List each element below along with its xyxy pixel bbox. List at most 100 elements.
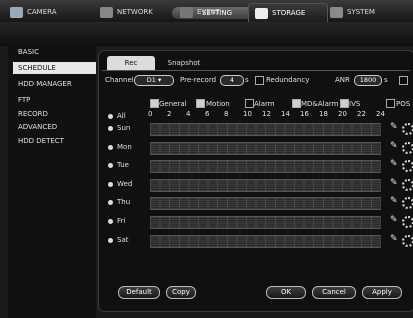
- day-label-thu: Thu: [117, 198, 131, 206]
- hour-label: 10: [243, 110, 252, 118]
- gear-icon[interactable]: [402, 142, 413, 154]
- tab-storage[interactable]: STORAGE: [248, 3, 328, 22]
- hour-label: 14: [281, 110, 290, 118]
- sidebar-item-schedule[interactable]: SCHEDULE: [18, 64, 56, 72]
- tab-system-label: SYSTEM: [347, 8, 375, 16]
- gear-icon[interactable]: [402, 123, 413, 135]
- gear-icon[interactable]: [402, 160, 413, 172]
- timeline-mon[interactable]: [150, 142, 381, 155]
- sidebar-item-advanced[interactable]: ADVANCED: [18, 123, 57, 131]
- redundancy-checkbox[interactable]: [255, 76, 264, 85]
- day-radio-wed[interactable]: [108, 182, 113, 187]
- tab-camera-label: CAMERA: [27, 8, 57, 16]
- network-icon: [100, 6, 113, 18]
- tab-network-label: NETWORK: [117, 8, 153, 16]
- timeline-thu[interactable]: [150, 197, 381, 210]
- storage-icon: [255, 7, 268, 19]
- pencil-icon[interactable]: ✎: [390, 141, 398, 151]
- day-radio-tue[interactable]: [108, 163, 113, 168]
- pencil-icon[interactable]: ✎: [390, 122, 398, 132]
- sidebar-item-record[interactable]: RECORD: [18, 110, 48, 118]
- pencil-icon[interactable]: ✎: [390, 159, 398, 169]
- chevron-down-icon: ▾: [157, 76, 162, 84]
- apply-button[interactable]: Apply: [362, 286, 402, 299]
- day-label-fri: Fri: [117, 217, 126, 225]
- day-radio-mon[interactable]: [108, 145, 113, 150]
- subtab-divider: [102, 70, 410, 71]
- copy-button[interactable]: Copy: [166, 286, 196, 299]
- prerecord-input[interactable]: 4: [220, 75, 244, 86]
- day-label-sun: Sun: [117, 124, 131, 132]
- day-label-mon: Mon: [117, 143, 132, 151]
- channel-label: Channel: [105, 76, 134, 84]
- pencil-icon[interactable]: ✎: [390, 196, 398, 206]
- timeline-fri[interactable]: [150, 216, 381, 229]
- type-general-label: General: [159, 100, 187, 108]
- default-button[interactable]: Default: [118, 286, 160, 299]
- type-pos-checkbox[interactable]: [386, 99, 395, 108]
- tab-system[interactable]: SYSTEM: [330, 3, 400, 21]
- hour-label: 24: [376, 110, 385, 118]
- sidebar-item-hdd-manager[interactable]: HDD MANAGER: [18, 80, 72, 88]
- day-label-wed: Wed: [117, 180, 133, 188]
- tab-camera[interactable]: CAMERA: [10, 3, 80, 21]
- type-alarm-label: Alarm: [254, 100, 275, 108]
- tab-network[interactable]: NETWORK: [100, 3, 170, 21]
- anr-input[interactable]: 1800: [354, 75, 382, 86]
- timeline-tue[interactable]: [150, 160, 381, 173]
- hour-label: 6: [205, 110, 210, 118]
- day-radio-thu[interactable]: [108, 200, 113, 205]
- type-pos-label: POS: [396, 100, 411, 108]
- sidebar-item-hdd-detect[interactable]: HDD DETECT: [18, 137, 64, 145]
- anr-checkbox[interactable]: [399, 76, 408, 85]
- subtab-rec[interactable]: Rec: [107, 56, 155, 70]
- timeline-sat[interactable]: [150, 235, 381, 248]
- timeline-sun[interactable]: [150, 123, 381, 136]
- ok-button[interactable]: OK: [266, 286, 306, 299]
- top-navigation: [0, 22, 413, 46]
- tab-event-label: EVENT: [197, 8, 221, 16]
- pencil-icon[interactable]: ✎: [390, 234, 398, 244]
- anr-unit: s: [384, 76, 388, 84]
- gear-icon[interactable]: [402, 179, 413, 191]
- camera-icon: [10, 6, 23, 18]
- channel-value: D1: [146, 76, 156, 84]
- prerecord-unit: s: [245, 76, 249, 84]
- type-ivs-label: IVS: [349, 100, 361, 108]
- channel-select[interactable]: D1 ▾: [134, 75, 174, 86]
- redundancy-label: Redundancy: [266, 76, 310, 84]
- event-icon: [180, 6, 193, 18]
- type-md-alarm-label: MD&Alarm: [301, 100, 339, 108]
- day-radio-all[interactable]: [108, 114, 113, 119]
- day-label-tue: Tue: [117, 161, 129, 169]
- type-motion-checkbox[interactable]: [196, 99, 205, 108]
- day-radio-sun[interactable]: [108, 126, 113, 131]
- type-md-alarm-checkbox[interactable]: [292, 99, 301, 108]
- hour-label: 22: [357, 110, 366, 118]
- hour-label: 12: [262, 110, 271, 118]
- pencil-icon[interactable]: ✎: [390, 178, 398, 188]
- gear-icon[interactable]: [402, 197, 413, 209]
- hour-label: 4: [186, 110, 191, 118]
- gear-icon[interactable]: [402, 216, 413, 228]
- day-radio-sat[interactable]: [108, 238, 113, 243]
- sidebar-item-ftp[interactable]: FTP: [18, 96, 30, 104]
- anr-label: ANR: [335, 76, 350, 84]
- cancel-button[interactable]: Cancel: [312, 286, 356, 299]
- hour-axis: 0 2 4 6 8 10 12 14 16 18 20 22 24: [148, 110, 388, 118]
- type-ivs-checkbox[interactable]: [340, 99, 349, 108]
- system-icon: [330, 6, 343, 18]
- day-radio-fri[interactable]: [108, 219, 113, 224]
- subtab-snapshot[interactable]: Snapshot: [160, 56, 208, 70]
- gear-icon[interactable]: [402, 235, 413, 247]
- pencil-icon[interactable]: ✎: [390, 215, 398, 225]
- day-label-all: All: [117, 112, 126, 120]
- type-general-checkbox[interactable]: [150, 99, 159, 108]
- day-label-sat: Sat: [117, 236, 129, 244]
- hour-label: 18: [319, 110, 328, 118]
- sidebar-item-basic[interactable]: BASIC: [18, 48, 39, 56]
- type-motion-label: Motion: [206, 100, 230, 108]
- type-alarm-checkbox[interactable]: [245, 99, 254, 108]
- tab-event[interactable]: EVENT: [180, 3, 240, 21]
- timeline-wed[interactable]: [150, 179, 381, 192]
